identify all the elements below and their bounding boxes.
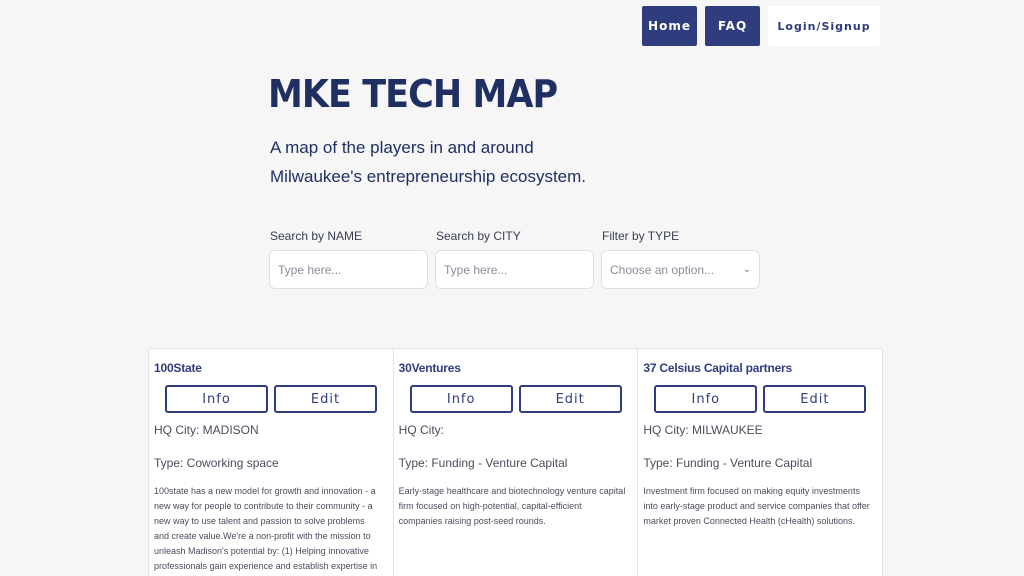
info-button[interactable]: Info xyxy=(165,385,268,413)
edit-button[interactable]: Edit xyxy=(274,385,377,413)
result-card: 100State Info Edit HQ City: MADISON Type… xyxy=(149,349,394,576)
card-description: 100state has a new model for growth and … xyxy=(154,486,378,571)
top-nav: Home FAQ Login/Signup xyxy=(642,6,880,46)
edit-button[interactable]: Edit xyxy=(518,385,622,413)
home-button[interactable]: Home xyxy=(642,6,697,46)
card-name[interactable]: 100State xyxy=(154,361,388,375)
results-grid: 100State Info Edit HQ City: MADISON Type… xyxy=(148,348,883,576)
result-card: 37 Celsius Capital partners Info Edit HQ… xyxy=(638,349,882,576)
card-city: HQ City: MILWAUKEE xyxy=(643,423,763,437)
card-name[interactable]: 37 Celsius Capital partners xyxy=(643,361,877,375)
card-type: Type: Funding - Venture Capital xyxy=(643,456,813,470)
info-button[interactable]: Info xyxy=(654,385,758,413)
faq-button[interactable]: FAQ xyxy=(705,6,760,46)
card-city: HQ City: MADISON xyxy=(154,423,259,437)
card-description: Early-stage healthcare and biotechnology… xyxy=(398,486,626,526)
search-city-label: Search by CITY xyxy=(436,229,521,243)
search-name-input[interactable]: Type here... xyxy=(269,250,428,289)
search-name-placeholder: Type here... xyxy=(278,262,342,277)
card-description: Investment firm focused on making equity… xyxy=(643,486,870,526)
filter-type-label: Filter by TYPE xyxy=(602,229,680,243)
info-button[interactable]: Info xyxy=(409,385,513,413)
search-name-label: Search by NAME xyxy=(270,229,363,243)
card-city: HQ City: xyxy=(398,423,445,437)
filter-type-select[interactable]: Choose an option... ⌄ xyxy=(601,250,760,289)
login-signup-button[interactable]: Login/Signup xyxy=(768,6,880,46)
search-city-placeholder: Type here... xyxy=(444,262,508,277)
search-city-input[interactable]: Type here... xyxy=(435,250,594,289)
filter-type-placeholder: Choose an option... xyxy=(610,262,715,277)
chevron-down-icon: ⌄ xyxy=(742,264,751,275)
page-subtitle: A map of the players in and around Milwa… xyxy=(270,138,587,186)
edit-button[interactable]: Edit xyxy=(763,385,867,413)
card-type: Type: Funding - Venture Capital xyxy=(398,456,568,470)
page-title: MKE TECH MAP xyxy=(268,72,558,116)
card-type: Type: Coworking space xyxy=(154,456,279,470)
card-name[interactable]: 30Ventures xyxy=(399,361,633,375)
result-card: 30Ventures Info Edit HQ City: Type: Fund… xyxy=(394,349,639,576)
